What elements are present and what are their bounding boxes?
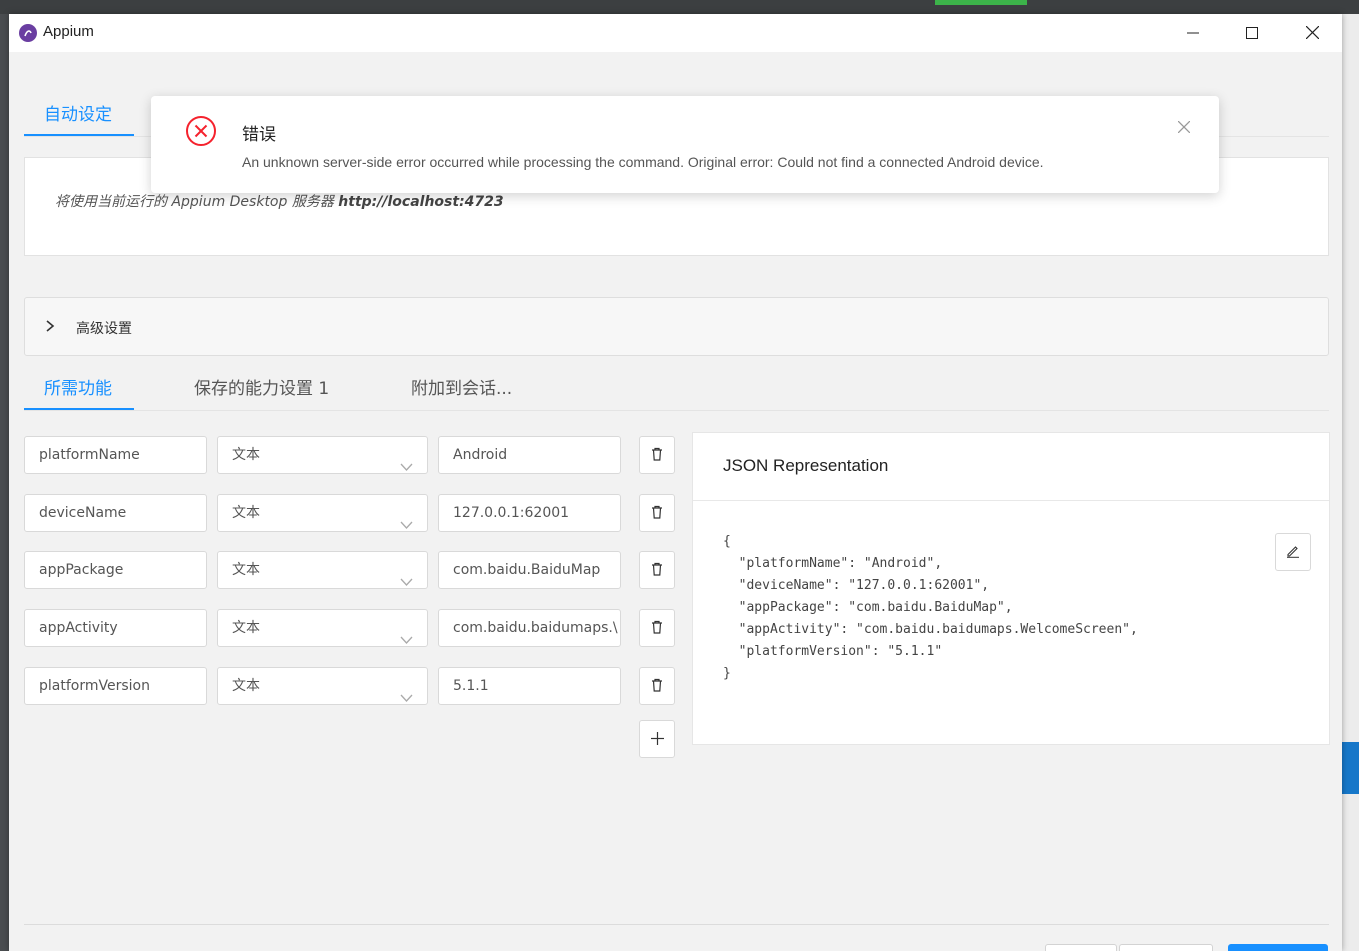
tab-attach-to-session[interactable]: 附加到会话...	[411, 374, 512, 399]
trash-icon	[651, 561, 663, 580]
capability-value-input[interactable]: com.baidu.baidumaps.\	[438, 609, 621, 647]
capability-value-input[interactable]: 5.1.1	[438, 667, 621, 705]
capability-name-input[interactable]: platformName	[24, 436, 207, 474]
tab-desired-capabilities[interactable]: 所需功能	[44, 374, 112, 399]
capability-type-value: 文本	[232, 505, 260, 521]
minimize-button[interactable]	[1164, 14, 1222, 52]
chevron-down-icon	[400, 623, 413, 646]
trash-icon	[651, 446, 663, 465]
appium-window: Appium 自动设定 将使用当前运行的 Appium Desktop 服务器 …	[9, 14, 1342, 951]
server-info-text: 将使用当前运行的 Appium Desktop 服务器 http://local…	[55, 191, 504, 211]
delete-capability-button[interactable]	[639, 436, 675, 474]
json-representation-panel: JSON Representation { "platformName": "A…	[692, 432, 1330, 745]
dismiss-notification-button[interactable]	[1176, 119, 1192, 135]
minimize-icon	[1187, 24, 1199, 43]
capability-type-value: 文本	[232, 678, 260, 694]
close-icon	[1305, 24, 1319, 43]
footer-button[interactable]	[1119, 944, 1213, 951]
trash-icon	[651, 504, 663, 523]
server-info-prefix: 将使用当前运行的 Appium Desktop 服务器	[55, 194, 334, 210]
trash-icon	[651, 677, 663, 696]
edit-icon	[1286, 543, 1300, 562]
advanced-settings-label: 高级设置	[76, 321, 132, 337]
start-session-button[interactable]	[1228, 944, 1328, 951]
delete-capability-button[interactable]	[639, 667, 675, 705]
capability-type-value: 文本	[232, 620, 260, 636]
capability-name-input[interactable]: deviceName	[24, 494, 207, 532]
capability-type-select[interactable]: 文本	[217, 551, 428, 589]
capability-value-input[interactable]: com.baidu.BaiduMap	[438, 551, 621, 589]
close-icon	[1177, 118, 1191, 137]
appium-logo-icon	[19, 24, 37, 42]
capability-type-select[interactable]: 文本	[217, 494, 428, 532]
delete-capability-button[interactable]	[639, 494, 675, 532]
advanced-settings-collapse[interactable]: 高级设置	[24, 297, 1329, 356]
capability-name-input[interactable]: appActivity	[24, 609, 207, 647]
json-panel-divider	[693, 500, 1329, 501]
chevron-down-icon	[400, 508, 413, 531]
json-code: { "platformName": "Android", "deviceName…	[723, 534, 1138, 681]
background-progress	[935, 0, 1027, 5]
json-panel-title: JSON Representation	[723, 456, 889, 475]
delete-capability-button[interactable]	[639, 609, 675, 647]
chevron-down-icon	[400, 565, 413, 588]
notification-message: An unknown server-side error occurred wh…	[242, 154, 1044, 170]
capability-type-select[interactable]: 文本	[217, 436, 428, 474]
plus-icon	[650, 730, 664, 749]
capability-value-input[interactable]: Android	[438, 436, 621, 474]
add-capability-button[interactable]	[639, 720, 675, 758]
footer-button[interactable]	[1045, 944, 1117, 951]
chevron-down-icon	[400, 450, 413, 473]
footer-divider	[24, 924, 1329, 925]
close-window-button[interactable]	[1283, 14, 1341, 52]
capability-name-input[interactable]: platformVersion	[24, 667, 207, 705]
trash-icon	[651, 619, 663, 638]
chevron-down-icon	[400, 681, 413, 704]
maximize-icon	[1246, 24, 1258, 43]
maximize-button[interactable]	[1223, 14, 1281, 52]
tab-divider	[24, 410, 1329, 411]
background-blue-block	[1342, 742, 1359, 794]
tab-saved-capability-sets[interactable]: 保存的能力设置 1	[194, 374, 329, 399]
error-circle-icon	[185, 115, 217, 151]
capability-type-value: 文本	[232, 447, 260, 463]
capability-value-input[interactable]: 127.0.0.1:62001	[438, 494, 621, 532]
background-right-edge	[1342, 14, 1359, 951]
capability-name-input[interactable]: appPackage	[24, 551, 207, 589]
edit-json-button[interactable]	[1275, 533, 1311, 571]
server-url: http://localhost:4723	[338, 194, 504, 210]
delete-capability-button[interactable]	[639, 551, 675, 589]
title-bar: Appium	[9, 14, 1342, 52]
capability-type-select[interactable]: 文本	[217, 667, 428, 705]
background-left-edge	[0, 14, 9, 951]
error-notification: 错误 An unknown server-side error occurred…	[151, 96, 1219, 193]
capability-type-value: 文本	[232, 562, 260, 578]
notification-title: 错误	[242, 125, 276, 145]
chevron-right-icon	[45, 318, 55, 337]
background-browser-strip	[0, 0, 1359, 14]
window-title: Appium	[43, 23, 94, 40]
tab-auto-settings[interactable]: 自动设定	[44, 100, 112, 125]
capability-type-select[interactable]: 文本	[217, 609, 428, 647]
